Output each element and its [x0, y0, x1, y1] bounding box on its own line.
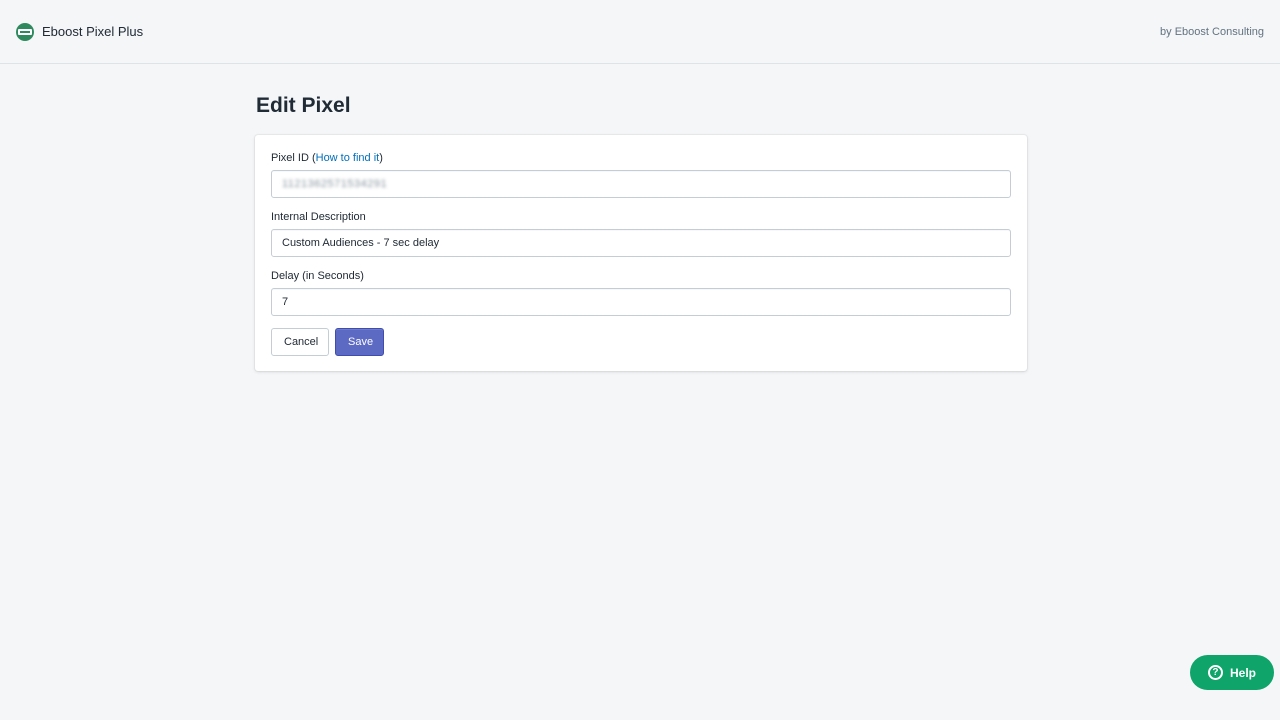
help-button[interactable]: ? Help — [1190, 655, 1274, 690]
page-title: Edit Pixel — [256, 94, 351, 117]
pixel-id-field: Pixel ID (How to find it) 11213625715342… — [271, 151, 1011, 198]
pixel-id-label: Pixel ID (How to find it) — [271, 152, 383, 164]
top-bar: Eboost Pixel Plus by Eboost Consulting — [0, 0, 1280, 64]
app-name: Eboost Pixel Plus — [42, 24, 144, 39]
question-icon: ? — [1207, 665, 1223, 680]
description-field: Internal Description Custom Audiences - … — [271, 210, 1011, 257]
delay-field: Delay (in Seconds) 7 — [271, 269, 1011, 316]
form-actions: Cancel Save — [271, 328, 1011, 356]
pixel-id-value: 1121362571534291 — [282, 178, 388, 190]
how-to-find-it-link[interactable]: How to find it — [316, 152, 380, 164]
cancel-button[interactable]: Cancel — [271, 328, 329, 356]
eboost-logo-icon — [16, 22, 34, 41]
description-input[interactable]: Custom Audiences - 7 sec delay — [271, 229, 1011, 257]
description-label: Internal Description — [271, 211, 366, 223]
delay-input[interactable]: 7 — [271, 288, 1011, 316]
byline: by Eboost Consulting — [1160, 25, 1264, 38]
brand[interactable]: Eboost Pixel Plus — [16, 22, 144, 41]
delay-label: Delay (in Seconds) — [271, 270, 364, 282]
edit-pixel-card: Pixel ID (How to find it) 11213625715342… — [255, 135, 1027, 371]
help-label: Help — [1229, 665, 1256, 680]
save-button[interactable]: Save — [335, 328, 384, 356]
pixel-id-input[interactable]: 1121362571534291 — [271, 170, 1011, 198]
